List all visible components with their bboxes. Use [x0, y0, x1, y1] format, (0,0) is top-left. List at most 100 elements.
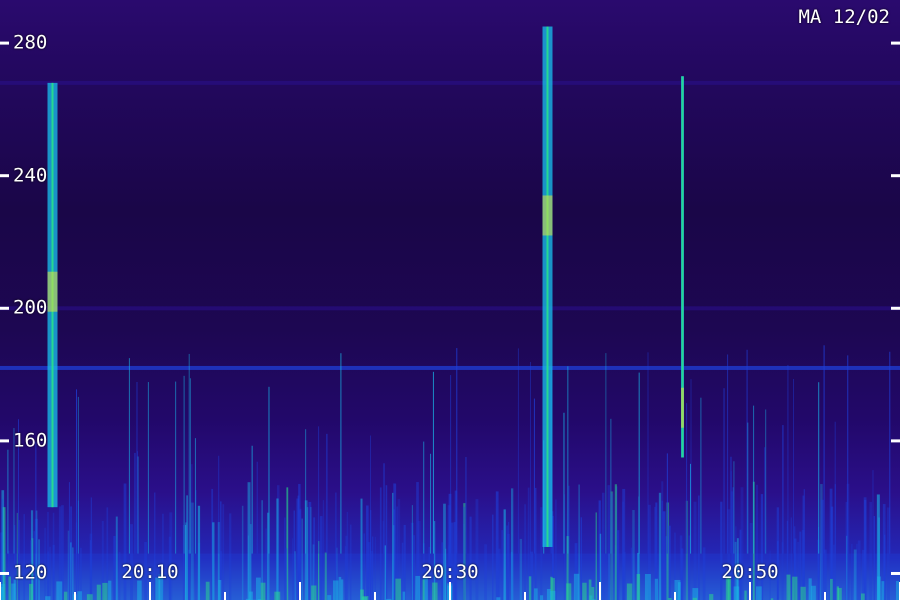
interference-line — [818, 382, 820, 554]
low-frequency-speckle — [644, 573, 651, 600]
interference-line — [77, 396, 79, 554]
low-frequency-speckle — [77, 591, 82, 600]
noise-streak — [797, 542, 800, 600]
low-frequency-speckle — [260, 582, 266, 600]
date-stamp: MA 12/02 — [798, 6, 890, 28]
noise-streak — [379, 487, 382, 600]
noise-streak — [614, 484, 617, 600]
noise-streak — [623, 551, 626, 600]
low-frequency-speckle — [539, 595, 544, 600]
noise-streak — [668, 525, 671, 600]
low-frequency-speckle — [255, 577, 261, 600]
noise-streak — [293, 510, 295, 600]
interference-line — [747, 422, 749, 554]
low-frequency-speckle — [811, 585, 816, 600]
interference-line — [430, 453, 432, 554]
low-frequency-speckle — [63, 591, 68, 600]
low-frequency-speckle — [340, 579, 344, 600]
interference-line — [889, 351, 891, 554]
y-tick-label-120: 120 — [13, 561, 48, 584]
interference-line — [256, 461, 258, 554]
interference-line — [465, 457, 467, 554]
spectrogram-svg — [0, 26, 900, 600]
noise-streak — [501, 530, 503, 600]
low-frequency-speckle — [108, 580, 112, 600]
noise-streak — [484, 544, 487, 600]
noise-streak — [319, 516, 323, 600]
low-frequency-speckle — [566, 583, 572, 600]
noise-streak — [846, 535, 848, 600]
interference-line — [733, 461, 735, 554]
interference-line — [305, 429, 307, 554]
noise-streak — [580, 517, 582, 600]
noise-streak — [595, 512, 597, 600]
noise-streak — [462, 506, 466, 600]
interference-line — [647, 352, 649, 554]
noise-streak — [604, 553, 607, 600]
signal-core-2 — [546, 26, 549, 547]
noise-streak — [284, 517, 286, 600]
noise-streak — [661, 481, 664, 600]
noise-streak — [384, 545, 387, 600]
interference-line — [823, 345, 825, 554]
interference-line — [35, 441, 37, 554]
noise-streak — [301, 518, 303, 600]
low-frequency-speckle — [333, 580, 339, 600]
interference-line — [251, 445, 253, 554]
interference-line — [727, 354, 729, 554]
interference-line — [834, 421, 836, 554]
noise-streak — [212, 522, 215, 600]
low-frequency-speckle — [895, 580, 899, 600]
noise-streak — [506, 525, 509, 600]
interference-line — [188, 353, 190, 554]
noise-streak — [511, 488, 514, 600]
noise-streak — [360, 498, 363, 600]
interference-line — [847, 355, 849, 554]
low-frequency-speckle — [573, 573, 580, 600]
x-tick-label-2030: 20:30 — [421, 561, 479, 583]
low-frequency-speckle — [654, 578, 658, 600]
interference-line — [700, 397, 702, 554]
interference-line — [638, 372, 640, 554]
noise-streak — [555, 499, 557, 600]
interference-line — [533, 398, 535, 554]
noise-streak — [118, 552, 121, 600]
interference-line — [191, 464, 193, 554]
noise-streak — [698, 495, 700, 600]
noise-streak — [616, 530, 620, 600]
interference-line — [136, 381, 138, 554]
low-frequency-speckle — [837, 587, 842, 600]
interference-line — [423, 441, 425, 554]
noise-streak — [322, 500, 324, 600]
low-frequency-speckle — [11, 583, 16, 600]
low-frequency-speckle — [45, 596, 51, 600]
noise-streak — [222, 504, 225, 600]
low-frequency-speckle — [881, 581, 885, 600]
interference-line — [268, 386, 270, 554]
noise-streak — [285, 548, 288, 600]
noise-streak — [350, 524, 352, 600]
noise-streak — [411, 505, 413, 600]
interference-line — [147, 382, 149, 554]
interference-line — [370, 435, 372, 554]
interference-line — [723, 388, 725, 554]
interference-line — [563, 412, 565, 554]
noise-streak — [607, 485, 610, 600]
noise-streak — [658, 492, 662, 600]
low-frequency-speckle — [402, 591, 406, 600]
y-tick-label-200: 200 — [13, 296, 48, 319]
noise-streak — [70, 506, 72, 600]
low-frequency-speckle — [8, 576, 11, 600]
noise-streak — [869, 501, 873, 600]
low-frequency-speckle — [755, 586, 762, 600]
noise-streak — [857, 540, 861, 600]
noise-streak — [154, 492, 156, 600]
noise-streak — [47, 511, 49, 600]
noise-streak — [52, 544, 55, 600]
noise-streak — [475, 499, 479, 600]
signal-peak-1 — [47, 271, 58, 312]
interference-line — [218, 455, 220, 554]
noise-streak — [401, 542, 404, 600]
interference-line — [686, 403, 688, 554]
noise-streak — [247, 482, 251, 600]
